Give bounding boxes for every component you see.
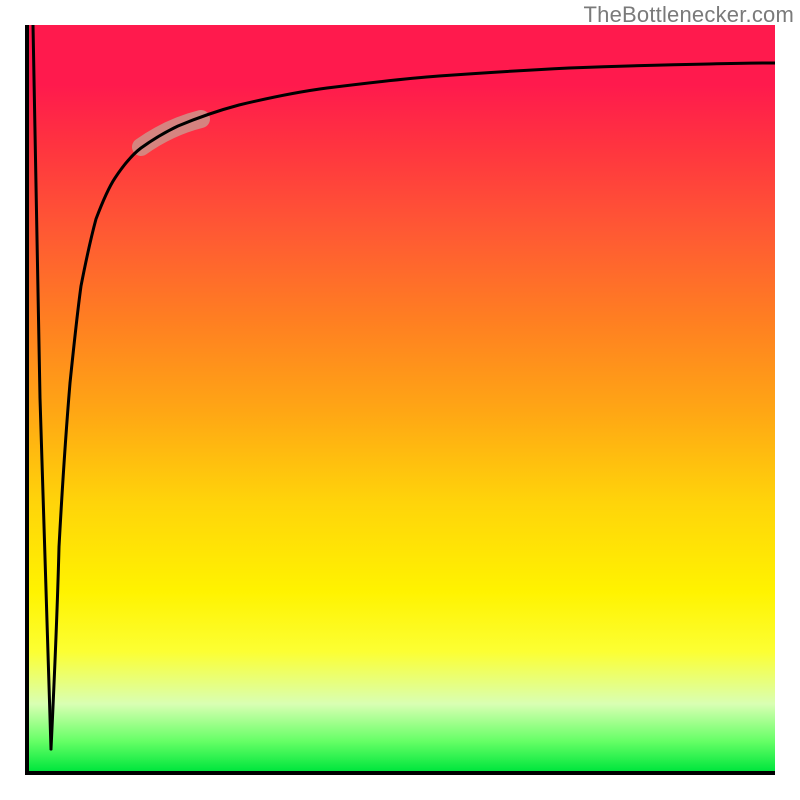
plot-area	[25, 25, 775, 775]
watermark-text: TheBottlenecker.com	[584, 2, 794, 28]
curve-dip	[33, 25, 51, 749]
curve-svg	[29, 25, 775, 771]
highlight-segment	[141, 119, 201, 147]
chart-container: TheBottlenecker.com	[0, 0, 800, 800]
curve-rise	[51, 63, 775, 749]
